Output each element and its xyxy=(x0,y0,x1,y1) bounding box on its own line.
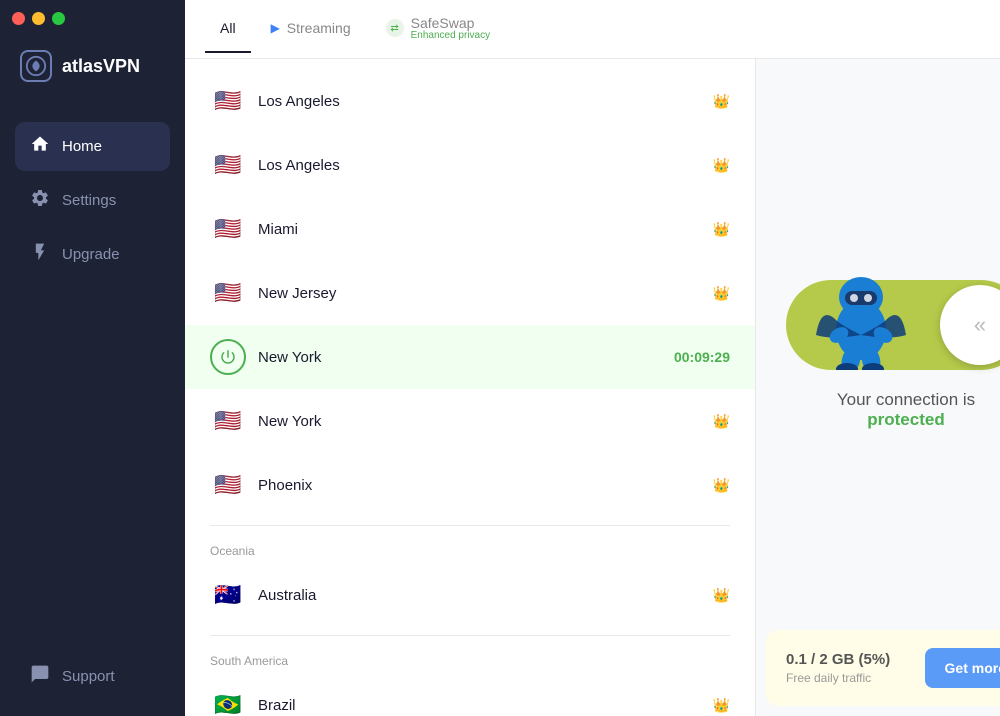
right-panel: « xyxy=(755,59,1000,716)
list-item[interactable]: 🇺🇸 Miami 👑 xyxy=(185,197,755,261)
oceania-label: Oceania xyxy=(185,534,755,563)
tab-safeswap-sub: Enhanced privacy xyxy=(411,31,491,41)
tab-safeswap[interactable]: ⇄ SafeSwap Enhanced privacy xyxy=(371,0,506,58)
vpn-status-protected: protected xyxy=(837,410,975,430)
sidebar-logo-text: atlasVPN xyxy=(62,56,140,77)
sidebar-bottom: Support xyxy=(0,637,185,716)
atlasvpn-logo-icon xyxy=(20,50,52,82)
section-divider xyxy=(210,635,730,636)
minimize-button[interactable] xyxy=(32,12,45,25)
titlebar xyxy=(12,12,65,25)
connected-time: 00:09:29 xyxy=(674,349,730,365)
tab-safeswap-label: SafeSwap xyxy=(411,15,475,31)
crown-icon: 👑 xyxy=(713,157,730,174)
close-button[interactable] xyxy=(12,12,25,25)
traffic-info: 0.1 / 2 GB (5%) Free daily traffic xyxy=(786,651,910,685)
crown-icon: 👑 xyxy=(713,221,730,238)
flag-au: 🇦🇺 xyxy=(210,577,246,613)
tab-all[interactable]: All xyxy=(205,5,251,53)
sidebar-item-home[interactable]: Home xyxy=(15,122,170,171)
sidebar-item-settings-label: Settings xyxy=(62,192,116,209)
server-name: Miami xyxy=(258,221,701,238)
crown-icon: 👑 xyxy=(713,587,730,604)
vpn-status: Your connection is protected xyxy=(837,390,975,430)
traffic-section: 0.1 / 2 GB (5%) Free daily traffic Get m… xyxy=(766,630,1000,706)
traffic-label: Free daily traffic xyxy=(786,671,910,685)
flag-us: 🇺🇸 xyxy=(210,403,246,439)
tab-safeswap-labels: SafeSwap Enhanced privacy xyxy=(411,15,491,41)
play-icon: ▶ xyxy=(271,21,280,35)
server-name: New York xyxy=(258,349,662,366)
flag-us: 🇺🇸 xyxy=(210,83,246,119)
crown-icon: 👑 xyxy=(713,477,730,494)
server-list[interactable]: 🇺🇸 Los Angeles 👑 🇺🇸 Los Angeles 👑 🇺🇸 Mia… xyxy=(185,59,755,716)
vpn-visual-area: « xyxy=(756,59,1000,620)
crown-icon: 👑 xyxy=(713,93,730,110)
get-more-button[interactable]: Get more xyxy=(925,648,1000,688)
list-item[interactable]: 🇺🇸 Los Angeles 👑 xyxy=(185,133,755,197)
sidebar-support-label: Support xyxy=(62,668,115,685)
lightning-icon xyxy=(30,242,50,267)
list-item[interactable]: 🇧🇷 Brazil 👑 xyxy=(185,673,755,716)
vpn-toggle-container[interactable]: « xyxy=(786,250,1000,370)
maximize-button[interactable] xyxy=(52,12,65,25)
sidebar-item-home-label: Home xyxy=(62,138,102,155)
crown-icon: 👑 xyxy=(713,285,730,302)
flag-us: 🇺🇸 xyxy=(210,211,246,247)
vpn-status-text: Your connection is xyxy=(837,390,975,410)
crown-icon: 👑 xyxy=(713,413,730,430)
server-name: Phoenix xyxy=(258,477,701,494)
tabs-bar: All ▶ Streaming ⇄ SafeSwap Enhanced priv… xyxy=(185,0,1000,59)
sidebar-item-upgrade[interactable]: Upgrade xyxy=(15,230,170,279)
vpn-toggle-thumb[interactable]: « xyxy=(940,285,1000,365)
flag-us: 🇺🇸 xyxy=(210,275,246,311)
traffic-amount: 0.1 / 2 GB (5%) xyxy=(786,651,910,668)
home-icon xyxy=(30,134,50,159)
flag-us: 🇺🇸 xyxy=(210,467,246,503)
power-icon xyxy=(210,339,246,375)
section-divider xyxy=(210,525,730,526)
sidebar: atlasVPN Home Settings Upgrade Supp xyxy=(0,0,185,716)
server-name: Los Angeles xyxy=(258,93,701,110)
sidebar-item-settings[interactable]: Settings xyxy=(15,176,170,225)
list-item[interactable]: 🇺🇸 Los Angeles 👑 xyxy=(185,69,755,133)
tab-streaming-label: Streaming xyxy=(287,20,351,36)
list-item-connected[interactable]: New York 00:09:29 xyxy=(185,325,755,389)
list-item[interactable]: 🇺🇸 New York 👑 xyxy=(185,389,755,453)
server-name: New York xyxy=(258,413,701,430)
flag-br: 🇧🇷 xyxy=(210,687,246,716)
content-area: 🇺🇸 Los Angeles 👑 🇺🇸 Los Angeles 👑 🇺🇸 Mia… xyxy=(185,59,1000,716)
tab-all-label: All xyxy=(220,20,236,36)
server-name: Australia xyxy=(258,587,701,604)
server-name: Los Angeles xyxy=(258,157,701,174)
flag-us: 🇺🇸 xyxy=(210,147,246,183)
southamerica-label: South America xyxy=(185,644,755,673)
list-item[interactable]: 🇺🇸 New Jersey 👑 xyxy=(185,261,755,325)
server-name: New Jersey xyxy=(258,285,701,302)
mascot xyxy=(801,245,921,370)
main-content: All ▶ Streaming ⇄ SafeSwap Enhanced priv… xyxy=(185,0,1000,716)
list-item[interactable]: 🇦🇺 Australia 👑 xyxy=(185,563,755,627)
chat-icon xyxy=(30,664,50,689)
mascot-svg xyxy=(801,245,921,370)
tab-streaming[interactable]: ▶ Streaming xyxy=(256,5,366,53)
sidebar-item-support[interactable]: Support xyxy=(15,652,170,701)
gear-icon xyxy=(30,188,50,213)
list-item[interactable]: 🇺🇸 Phoenix 👑 xyxy=(185,453,755,517)
chevron-left-icon: « xyxy=(974,312,986,338)
sidebar-item-upgrade-label: Upgrade xyxy=(62,246,120,263)
crown-icon: 👑 xyxy=(713,697,730,714)
sidebar-nav: Home Settings Upgrade xyxy=(0,112,185,637)
server-name: Brazil xyxy=(258,697,701,714)
safeswap-icon: ⇄ xyxy=(386,19,404,37)
